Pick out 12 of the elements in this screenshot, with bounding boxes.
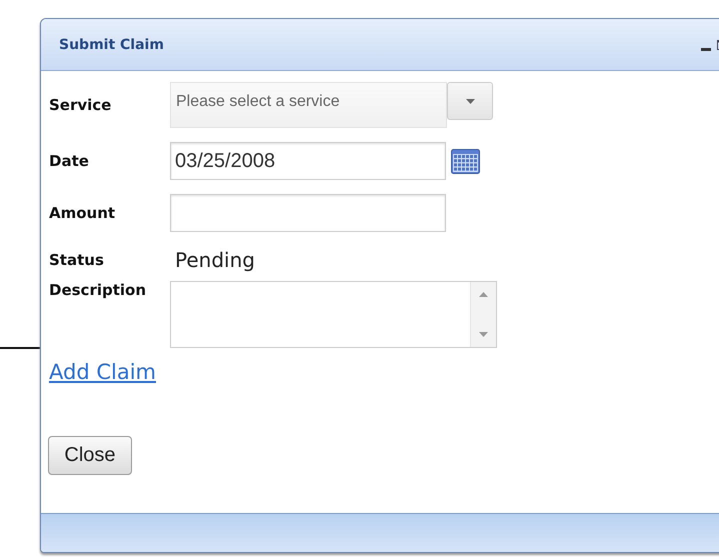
field-label: Amount xyxy=(49,204,116,222)
window-title: Submit Claim xyxy=(59,36,164,52)
close-button[interactable]: Close xyxy=(48,436,132,475)
service-dropdown[interactable]: Please select a service xyxy=(170,82,447,128)
date-field[interactable]: 03/25/2008 xyxy=(170,142,446,180)
field-label: Service xyxy=(49,96,112,114)
field-label: Date xyxy=(49,152,90,170)
field-label: Status xyxy=(49,251,105,269)
placeholder-text: Please select a service xyxy=(176,93,340,110)
status-value: Pending xyxy=(175,248,255,272)
field-label: Description xyxy=(49,281,148,299)
add-claim-link[interactable]: Add Claim xyxy=(49,360,156,384)
